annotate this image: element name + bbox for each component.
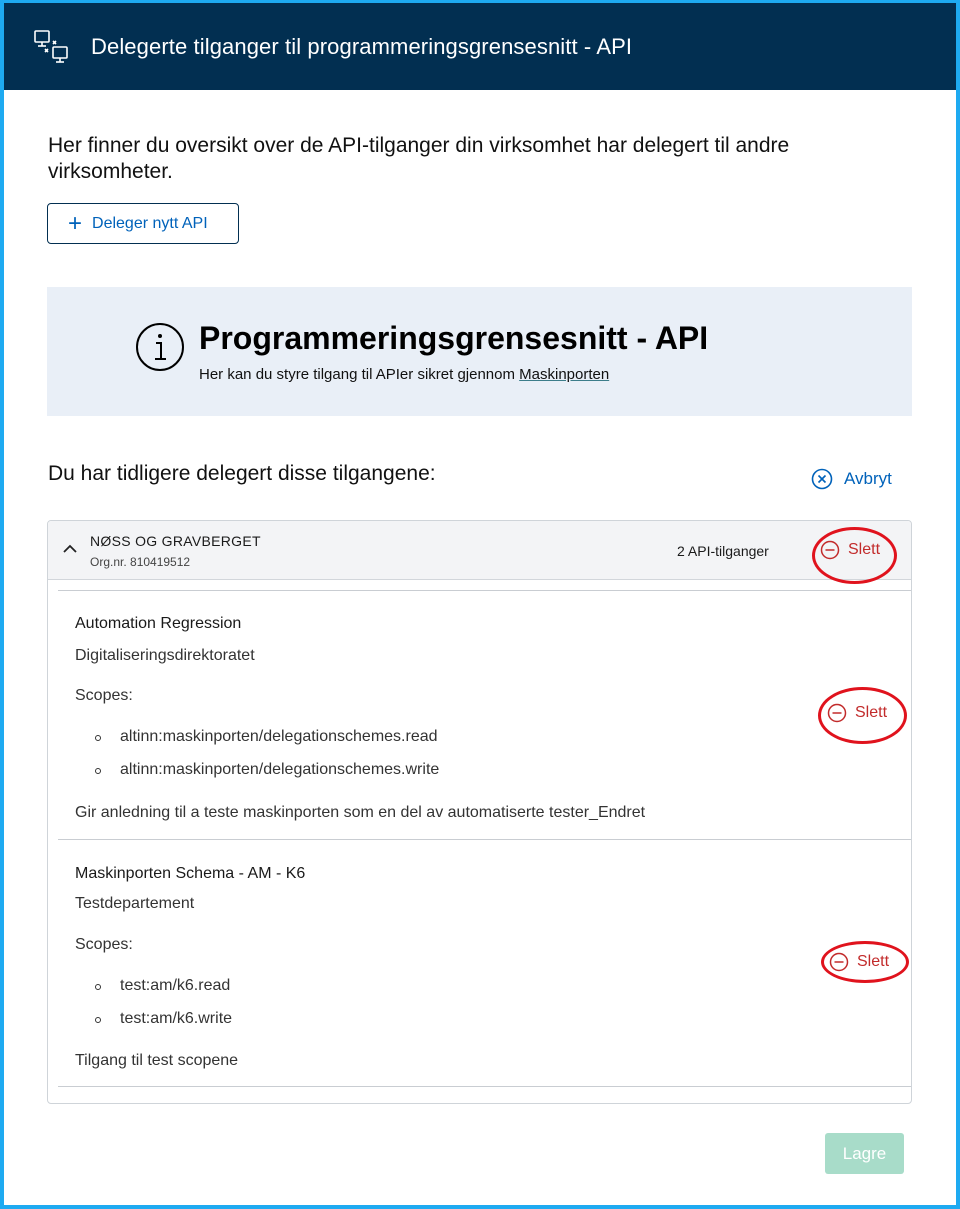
organization-card-header[interactable]: NØSS OG GRAVBERGET Org.nr. 810419512 2 A…	[48, 521, 911, 580]
minus-circle-icon	[827, 703, 847, 723]
scope-item: altinn:maskinporten/delegationschemes.wr…	[95, 761, 440, 779]
api-description: Tilgang til test scopene	[75, 1052, 239, 1069]
scope-text: altinn:maskinporten/delegationschemes.wr…	[120, 761, 440, 778]
delegate-new-api-button[interactable]: + Deleger nytt API	[47, 203, 239, 244]
scope-item: test:am/k6.write	[95, 1010, 233, 1028]
api-delegation-icon	[34, 30, 68, 63]
api-owner: Digitaliseringsdirektoratet	[75, 647, 255, 664]
info-panel-title: Programmeringsgrensesnitt - API	[199, 320, 709, 356]
delete-label: Slett	[857, 953, 890, 970]
minus-circle-icon	[829, 952, 849, 972]
cancel-label: Avbryt	[844, 469, 892, 488]
list-bullet	[95, 768, 101, 774]
cancel-icon	[811, 468, 833, 490]
section-heading: Du har tidligere delegert disse tilgange…	[48, 462, 436, 485]
api-owner: Testdepartement	[75, 895, 195, 912]
api-description: Gir anledning til a teste maskinporten s…	[75, 804, 646, 821]
minus-circle-icon	[820, 540, 840, 560]
scope-item: altinn:maskinporten/delegationschemes.re…	[95, 728, 438, 746]
organization-card: NØSS OG GRAVBERGET Org.nr. 810419512 2 A…	[47, 520, 912, 1104]
info-panel: Programmeringsgrensesnitt - API Her kan …	[47, 287, 912, 416]
list-bullet	[95, 1017, 101, 1023]
scope-text: test:am/k6.write	[120, 1010, 233, 1027]
cancel-button[interactable]: Avbryt	[811, 467, 892, 491]
save-button[interactable]: Lagre	[825, 1133, 904, 1174]
page-title: Delegerte tilganger til programmeringsgr…	[91, 34, 633, 59]
scope-text: test:am/k6.read	[120, 977, 231, 994]
maskinporten-link[interactable]: Maskinporten	[519, 366, 609, 383]
api-name: Maskinporten Schema - AM - K6	[75, 865, 306, 882]
delete-api-button[interactable]: Slett	[827, 703, 887, 723]
plus-icon: +	[68, 209, 83, 237]
delegate-new-api-label: Deleger nytt API	[92, 214, 208, 232]
info-icon	[136, 323, 184, 371]
info-panel-subtitle: Her kan du styre tilgang til APIer sikre…	[199, 366, 609, 383]
page-header: Delegerte tilganger til programmeringsgr…	[4, 3, 956, 90]
delete-organization-button[interactable]: Slett	[820, 540, 880, 560]
chevron-up-icon[interactable]	[62, 543, 78, 555]
intro-text: Her finner du oversikt over de API-tilga…	[48, 134, 790, 183]
api-name: Automation Regression	[75, 615, 242, 632]
organization-number: Org.nr. 810419512	[90, 555, 191, 569]
api-item: Maskinporten Schema - AM - K6 Testdepart…	[58, 839, 911, 1087]
delete-label: Slett	[855, 704, 888, 721]
list-bullet	[95, 735, 101, 741]
scope-text: altinn:maskinporten/delegationschemes.re…	[120, 728, 438, 745]
api-count: 2 API-tilganger	[677, 543, 769, 559]
api-item: Automation Regression Digitaliseringsdir…	[58, 590, 911, 839]
scope-item: test:am/k6.read	[95, 977, 231, 995]
delete-label: Slett	[848, 541, 881, 558]
delete-api-button[interactable]: Slett	[829, 952, 889, 972]
info-panel-subtitle-text: Her kan du styre tilgang til APIer sikre…	[199, 366, 520, 383]
scopes-label: Scopes:	[75, 936, 133, 953]
list-bullet	[95, 984, 101, 990]
organization-name: NØSS OG GRAVBERGET	[90, 533, 261, 549]
scopes-label: Scopes:	[75, 687, 133, 704]
